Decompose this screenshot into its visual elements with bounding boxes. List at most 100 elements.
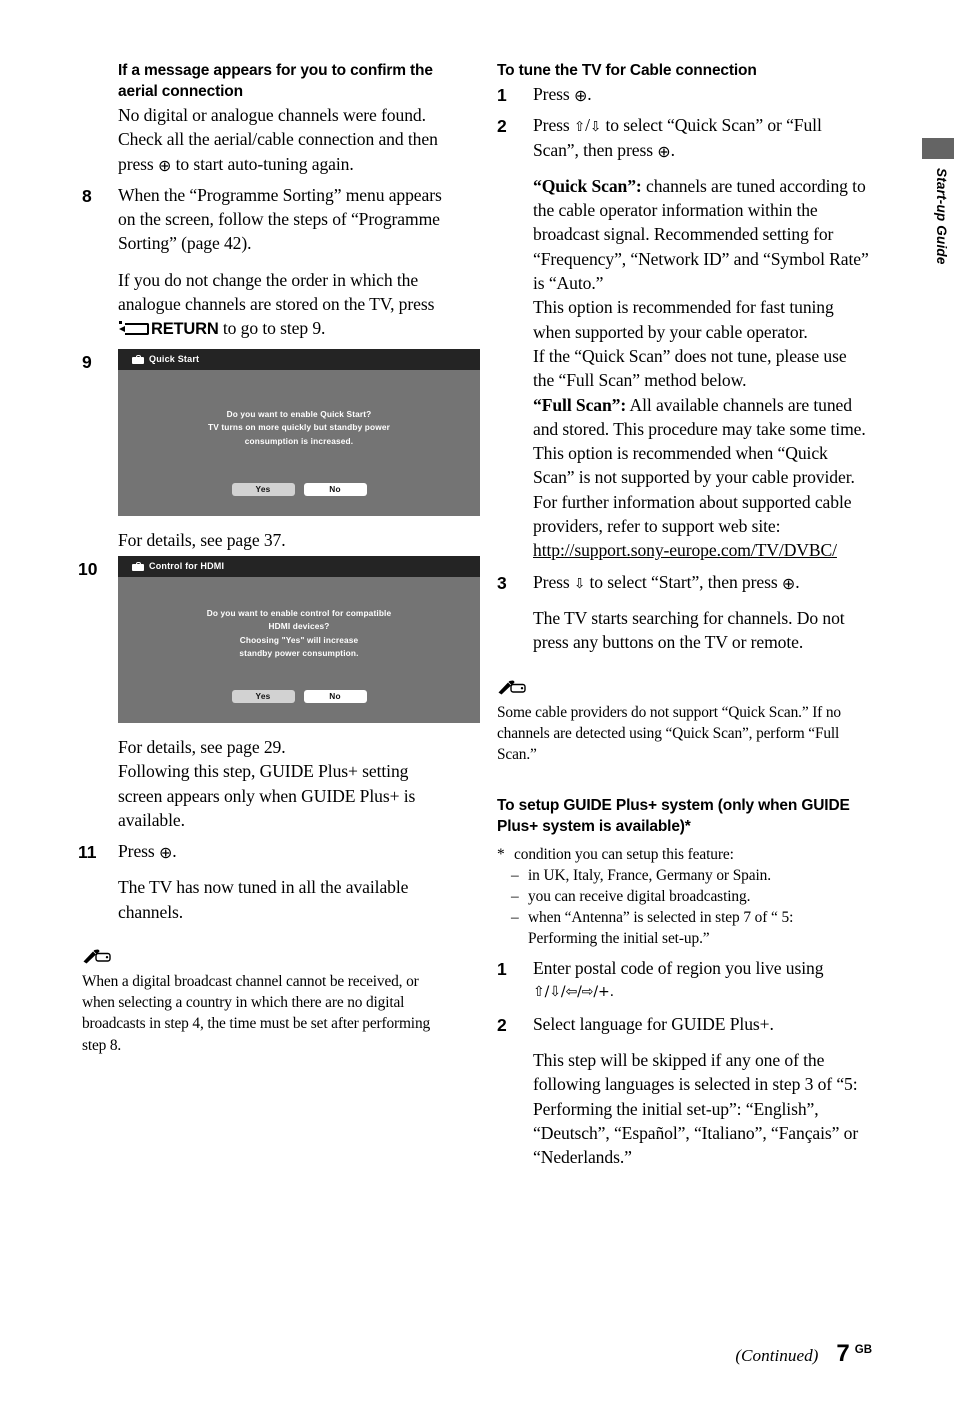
control-hdmi-message-line-4: standby power consumption.: [239, 648, 359, 659]
quick-start-message-line-1: Do you want to enable Quick Start?: [226, 408, 372, 419]
quick-start-message-line-2: TV turns on more quickly but standby pow…: [208, 422, 390, 433]
footnote-intro-text: condition you can setup this feature:: [514, 846, 734, 864]
guide-step-1: 1 Enter postal code of region you live u…: [497, 956, 869, 1005]
guide-step-2-number: 2: [497, 1014, 507, 1035]
quick-start-titlebar: Quick Start: [118, 348, 480, 370]
cable-step-3-text: Press ⇩ to select “Start”, then press ⊕.: [533, 570, 869, 594]
quick-start-no-button[interactable]: No: [303, 482, 367, 496]
cable-step-1-part2: .: [587, 84, 592, 104]
control-hdmi-body: Do you want to enable control for compat…: [118, 577, 480, 723]
cable-step-1-part1: Press: [533, 84, 574, 104]
left-note-text: When a digital broadcast channel cannot …: [82, 973, 431, 1054]
manual-page: Start-up Guide If a message appears for …: [0, 0, 954, 1404]
cable-step-3-part1: Press: [533, 571, 574, 592]
side-tab-marker: [922, 138, 954, 159]
left-note: When a digital broadcast channel cannot …: [82, 946, 454, 1056]
footnote-marker: *: [497, 846, 505, 864]
page-footer: (Continued) 7 GB: [497, 1340, 872, 1368]
quick-scan-description-2: This option is recommended for fast tuni…: [533, 297, 834, 342]
control-hdmi-title: Control for HDMI: [149, 561, 225, 572]
control-hdmi-yes-button[interactable]: Yes: [231, 689, 295, 703]
control-hdmi-message-line-2: HDMI devices?: [268, 621, 330, 632]
arrow-down-icon: ⇩: [573, 575, 586, 592]
step-8-text: When the “Programme Sorting” menu appear…: [118, 184, 442, 254]
arrow-down-icon: ⇩: [589, 119, 602, 136]
control-hdmi-message: Do you want to enable control for compat…: [118, 607, 480, 661]
enter-button-icon: ⊕: [781, 575, 796, 593]
step-10-caption-1: For details, see page 29.: [118, 736, 286, 757]
quick-start-message-line-3: consumption is increased.: [244, 435, 354, 446]
cable-step-1-text: Press ⊕.: [533, 82, 869, 106]
quick-start-title: Quick Start: [149, 354, 200, 365]
quick-start-message: Do you want to enable Quick Start? TV tu…: [118, 408, 480, 449]
left-column: If a message appears for you to confirm …: [78, 60, 480, 1056]
cable-step-2-text: Press ⇧/⇩ to select “Quick Scan” or “Ful…: [533, 113, 869, 162]
control-for-hdmi-dialog-screenshot: Control for HDMI Do you want to enable c…: [118, 555, 480, 723]
page-number: 7: [836, 1340, 850, 1367]
cable-step-2-part1: Press: [533, 115, 574, 136]
guide-step-2-detail: This step will be skipped if any one of …: [533, 1050, 859, 1168]
step-8-number: 8: [82, 185, 92, 206]
footnote-item-2-text: you can receive digital broadcasting.: [528, 888, 751, 906]
guide-step-1-glyphs: ⇧/⇩/⇦/⇨/+.: [533, 984, 614, 1001]
guide-step-1-text: Enter postal code of region you live usi…: [533, 958, 824, 979]
toolbox-icon: [132, 561, 144, 571]
quick-scan-description-3: If the “Quick Scan” does not tune, pleas…: [533, 345, 847, 391]
cable-step-3-number: 3: [497, 572, 507, 593]
quick-start-yes-button[interactable]: Yes: [231, 482, 295, 496]
full-scan-description-3: For further information about supported …: [533, 491, 852, 537]
quick-scan-label: “Quick Scan”:: [533, 175, 642, 196]
control-hdmi-no-button[interactable]: No: [303, 689, 367, 703]
aerial-confirm-text: No digital or analogue channels were fou…: [118, 103, 454, 176]
step-9: 9 Quick Start Do you want to enable Quic…: [82, 348, 480, 552]
cable-step-3-detail: The TV starts searching for channels. Do…: [533, 607, 845, 653]
right-column: To tune the TV for Cable connection 1 Pr…: [497, 60, 869, 1170]
guide-step-2-text: Select language for GUIDE Plus+.: [533, 1013, 774, 1034]
return-key-icon: [119, 321, 149, 336]
cable-step-2: 2 Press ⇧/⇩ to select “Quick Scan” or “F…: [497, 113, 869, 562]
step-11-text-part1: Press: [118, 841, 159, 862]
footnote-item-3-text: when “Antenna” is selected in step 7 of …: [528, 909, 794, 927]
step-11-text: Press ⊕.: [118, 839, 454, 863]
control-hdmi-buttons: Yes No: [118, 689, 480, 703]
guide-step-1-number: 1: [497, 959, 507, 980]
step-9-number: 9: [82, 351, 92, 372]
cable-step-1-number: 1: [497, 85, 507, 105]
pencil-note-icon: [498, 680, 526, 695]
arrow-up-icon: ⇧: [573, 119, 586, 136]
step-8-note: If you do not change the order in which …: [118, 268, 454, 342]
control-hdmi-message-line-1: Do you want to enable control for compat…: [206, 607, 392, 618]
cable-step-3: 3 Press ⇩ to select “Start”, then press …: [497, 570, 869, 655]
footnote-item-1-text: in UK, Italy, France, Germany or Spain.: [528, 867, 771, 885]
cable-step-2-part3: .: [670, 139, 675, 160]
quick-start-dialog-screenshot: Quick Start Do you want to enable Quick …: [118, 348, 480, 516]
cable-step-2-number: 2: [497, 116, 507, 137]
cable-connection-heading: To tune the TV for Cable connection: [497, 62, 757, 79]
step-10: 10 Control for HDMI Do you want to enabl…: [78, 555, 480, 832]
support-website-link[interactable]: http://support.sony-europe.com/TV/DVBC/: [533, 538, 869, 562]
quick-scan-description: “Quick Scan”: channels are tuned accordi…: [533, 174, 869, 295]
full-scan-description-2: This option is recommended when “Quick S…: [533, 443, 855, 488]
cable-step-3-part3: .: [795, 571, 800, 592]
step-9-caption: For details, see page 37.: [118, 529, 286, 550]
footnote-item-1: – in UK, Italy, France, Germany or Spain.: [497, 865, 869, 886]
side-tab-label: Start-up Guide: [934, 168, 949, 265]
control-hdmi-titlebar: Control for HDMI: [118, 555, 480, 577]
step-8: 8 When the “Programme Sorting” menu appe…: [82, 183, 454, 342]
guide-step-2: 2 Select language for GUIDE Plus+. This …: [497, 1012, 869, 1170]
enter-button-icon: ⊕: [157, 157, 172, 175]
step-11-text-part2: .: [172, 841, 177, 862]
cable-step-3-part2: to select “Start”, then press: [585, 571, 782, 592]
cable-step-1: 1 Press ⊕.: [497, 82, 869, 106]
aerial-confirm-heading: If a message appears for you to confirm …: [118, 62, 433, 100]
step-10-number: 10: [78, 558, 98, 579]
step-11-number: 11: [78, 842, 97, 863]
footnote-item-2: – you can receive digital broadcasting.: [497, 886, 869, 907]
quick-start-buttons: Yes No: [118, 482, 480, 496]
guide-plus-heading: To setup GUIDE Plus+ system (only when G…: [497, 797, 850, 836]
enter-button-icon: ⊕: [158, 845, 173, 863]
footnote-intro: * condition you can setup this feature:: [497, 844, 869, 865]
region-code: GB: [854, 1344, 872, 1356]
footnote-item-3-continuation: Performing the initial set-up.”: [528, 930, 710, 948]
full-scan-label: “Full Scan”:: [533, 394, 627, 415]
